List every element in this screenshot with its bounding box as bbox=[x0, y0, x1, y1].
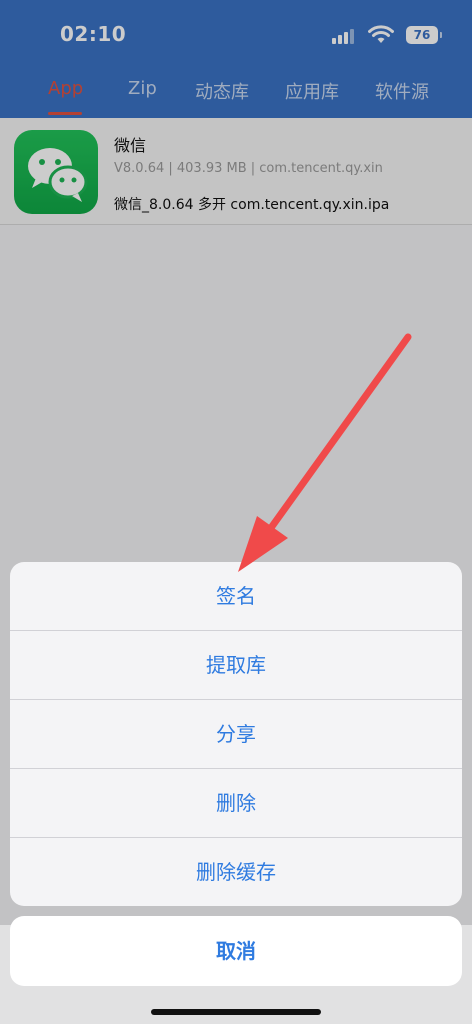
action-sheet: 签名 提取库 分享 删除 删除缓存 bbox=[10, 562, 462, 906]
delete-cache-button[interactable]: 删除缓存 bbox=[10, 838, 462, 906]
sign-button[interactable]: 签名 bbox=[10, 562, 462, 631]
cancel-button[interactable]: 取消 bbox=[10, 916, 462, 986]
share-button[interactable]: 分享 bbox=[10, 700, 462, 769]
home-indicator bbox=[151, 1009, 321, 1015]
delete-button[interactable]: 删除 bbox=[10, 769, 462, 838]
extract-library-button[interactable]: 提取库 bbox=[10, 631, 462, 700]
